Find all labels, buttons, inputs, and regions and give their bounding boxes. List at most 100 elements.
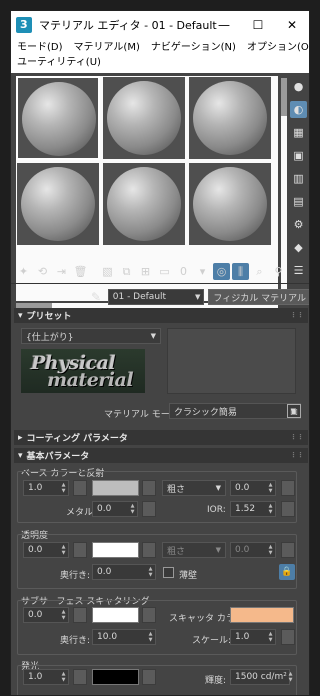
side-toolbar: ● ◐ ▦ ▣ ▥ ▤ ⚙ ◆ ☰ [290,78,309,285]
transparency-color-swatch[interactable] [92,542,139,558]
base-color-swatch[interactable] [92,480,139,496]
collapse-icon: ▾ [18,310,23,321]
eyedropper-icon[interactable]: ✎ [91,290,102,304]
show-shaded-icon[interactable]: ◎ [213,263,230,280]
spinner-icon[interactable]: ▲ ▼ [59,669,68,685]
spinner-icon[interactable]: ▲ ▼ [146,564,155,580]
menu-utilities[interactable]: ユーティリティ(U) [17,55,101,70]
sample-slot-1[interactable] [16,76,100,160]
spinner-icon[interactable]: ▲ ▼ [146,629,155,645]
rollout-coating-header[interactable]: ▸ コーティング パラメータ ⋮⋮ [14,430,308,445]
emission-color-map-button[interactable] [142,669,156,685]
show-map-icon[interactable]: ▭ [156,263,173,280]
spinner-icon[interactable]: ▲ ▼ [59,607,68,623]
sample-slots-area: ● ◐ ▦ ▣ ▥ ▤ ⚙ ◆ ☰ [11,73,309,309]
spinner-icon[interactable]: ▲ ▼ [266,629,275,645]
transparency-roughness-map-button[interactable] [281,542,295,558]
get-material-icon[interactable]: ✦ [15,263,32,280]
roughness-mode-value: 粗さ [167,484,186,495]
sample-slot-5[interactable] [102,162,186,246]
rollout-title: コーティング パラメータ [26,434,128,444]
make-unique-icon[interactable]: ▧ [99,263,116,280]
preset-value: {仕上がり} [26,332,74,343]
spinner-icon[interactable]: ▲ ▼ [286,669,295,685]
drag-handle-icon[interactable]: ⋮⋮ [290,433,304,441]
sample-uv-tiling-icon[interactable]: ▣ [290,147,307,164]
thin-walled-checkbox[interactable] [163,567,174,578]
menu-navigation[interactable]: ナビゲーション(N) [151,40,236,55]
close-button[interactable]: ✕ [275,11,309,39]
sample-slot-4[interactable] [16,162,100,246]
drag-handle-icon[interactable]: ⋮⋮ [290,311,304,319]
sss-color-swatch[interactable] [92,607,139,623]
material-sphere [193,167,267,241]
put-to-scene-icon[interactable]: ⟲ [34,263,51,280]
menu-options[interactable]: オプション(O) [247,40,309,55]
options-icon[interactable]: ⚙ [290,216,307,233]
rollout-basic-header[interactable]: ▾ 基本パラメータ ⋮⋮ [14,448,308,463]
put-to-library-icon[interactable]: ⧉ [118,263,135,280]
scatter-color-swatch[interactable] [230,607,294,623]
luminance-field[interactable]: 1500 cd/m² [230,669,290,685]
preset-dropdown[interactable]: {仕上がり} ▼ [21,328,161,344]
spinner-icon[interactable]: ▲ ▼ [266,480,275,496]
assign-to-selection-icon[interactable]: ⇥ [53,263,70,280]
spinner-icon[interactable]: ▲ ▼ [266,542,275,558]
emission-color-swatch[interactable] [92,669,139,685]
base-weight-map-button[interactable] [73,480,87,496]
minimize-button[interactable]: — [207,11,241,39]
show-in-viewport-icon[interactable]: ⫼ [232,263,249,280]
pick-material-icon[interactable]: ⚲ [270,263,287,280]
roughness-mode-dropdown[interactable]: 粗さ ▼ [162,480,226,496]
drag-handle-icon[interactable]: ⋮⋮ [290,451,304,459]
material-type-button[interactable]: フィジカル マテリアル [208,289,309,305]
transparency-roughness-mode-dropdown[interactable]: 粗さ ▼ [162,542,226,558]
video-color-check-icon[interactable]: ▥ [290,170,307,187]
material-sphere [107,167,181,241]
material-name-value: 01 - Default [112,292,167,302]
rollout-title: プリセット [26,312,72,322]
collapse-icon: ▾ [18,450,23,461]
menu-mode[interactable]: モード(D) [17,40,63,55]
maximize-button[interactable]: ☐ [241,11,275,39]
sample-slot-3[interactable] [188,76,272,160]
show-end-result-icon[interactable]: 0 [175,263,192,280]
metalness-map-button[interactable] [142,501,156,517]
backlight-icon[interactable]: ◐ [290,101,307,118]
menu-material[interactable]: マテリアル(M) [74,40,140,55]
sss-weight-map-button[interactable] [73,607,87,623]
scroll-thumb[interactable] [281,78,287,116]
spinner-icon[interactable]: ▲ ▼ [59,480,68,496]
delete-icon[interactable]: 🗑 [72,263,89,280]
preset-preview-panel [167,328,296,394]
go-forward-sibling-icon[interactable]: ⌕ [251,263,268,280]
roughness-map-button[interactable] [281,480,295,496]
lock-icon[interactable]: 🔒 [279,564,295,580]
go-to-parent-icon[interactable]: ▾ [194,263,211,280]
spinner-icon[interactable]: ▲ ▼ [128,501,137,517]
rollout-preset-header[interactable]: ▾ プリセット ⋮⋮ [14,308,308,323]
material-name-field[interactable]: 01 - Default ▼ [107,289,205,305]
make-preview-icon[interactable]: ▤ [290,193,307,210]
save-preset-icon[interactable]: ▣ [287,404,301,418]
emission-weight-map-button[interactable] [73,669,87,685]
ior-map-button[interactable] [281,501,295,517]
sample-slot-2[interactable] [102,76,186,160]
select-by-material-icon[interactable]: ◆ [290,239,307,256]
background-checker-icon[interactable]: ▦ [290,124,307,141]
sss-color-map-button[interactable] [142,607,156,623]
material-sphere [22,82,96,156]
base-color-map-button[interactable] [142,480,156,496]
material-mode-dropdown[interactable]: クラシック簡易 ▼ [169,403,301,419]
spinner-icon[interactable]: ▲ ▼ [59,542,68,558]
sample-slot-6[interactable] [188,162,272,246]
transparency-weight-map-button[interactable] [73,542,87,558]
sss-scale-map-button[interactable] [281,629,295,645]
rollout-title: 基本パラメータ [26,452,90,462]
ior-label: IOR: [207,505,226,515]
material-id-channel-icon[interactable]: ⊞ [137,263,154,280]
title-bar: マテリアル エディタ - 01 - Default — ☐ ✕ [11,11,309,39]
sample-type-icon[interactable]: ● [290,78,307,95]
transparency-color-map-button[interactable] [142,542,156,558]
spinner-icon[interactable]: ▲ ▼ [266,501,275,517]
